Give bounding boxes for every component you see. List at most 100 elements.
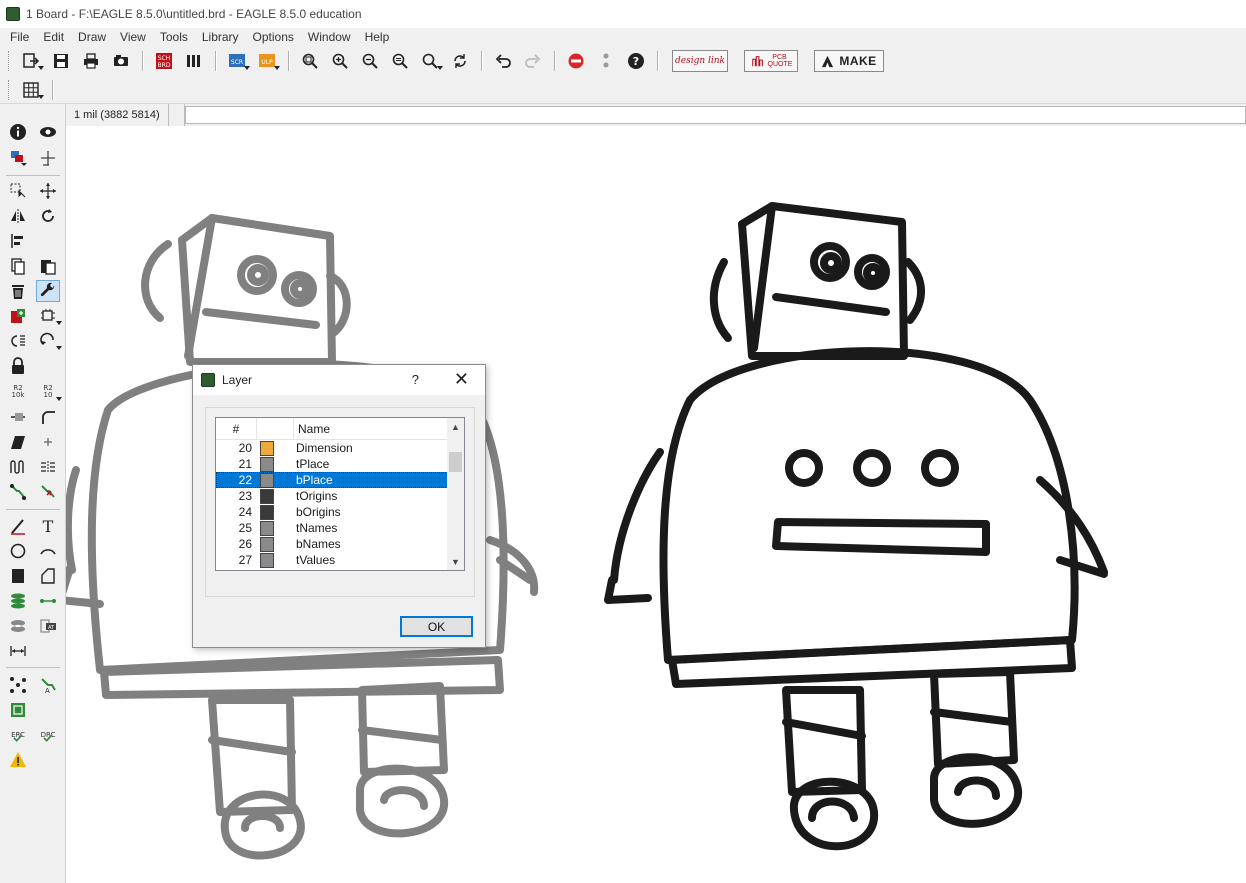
lock-rotate-button[interactable] [36,330,62,352]
wire-button[interactable] [6,515,30,537]
redraw-button[interactable] [449,50,471,72]
lock-button[interactable] [6,355,30,377]
column-header-number[interactable]: # [216,422,256,436]
swap-button[interactable] [6,330,30,352]
column-header-name[interactable]: Name [294,422,330,436]
scroll-down-arrow-icon[interactable]: ▼ [447,553,464,570]
script-button[interactable]: SCR [226,50,250,72]
text-button[interactable]: T [36,515,60,537]
layer-row[interactable]: 25 tNames [216,520,464,536]
layer-row[interactable]: 27 tValues [216,552,464,568]
pcb-quote-button[interactable]: PCB QUOTE [744,50,798,72]
command-input[interactable] [184,106,1246,124]
signal-button[interactable] [36,590,60,612]
ok-button[interactable]: OK [400,616,473,637]
layer-list[interactable]: # Name 20 Dimension 21 tPlace 22 bPlace 23 tOri… [215,417,465,571]
ripup-route-button[interactable] [36,481,60,503]
design-link-button[interactable]: design link [672,50,728,72]
drc-button[interactable]: DRC [36,724,60,746]
layer-row[interactable]: 24 bOrigins [216,504,464,520]
stop-button[interactable] [565,50,587,72]
layer-row[interactable]: 26 bNames [216,536,464,552]
menu-view[interactable]: View [114,30,152,44]
sch-brd-switch-button[interactable]: SCH BRD [153,50,175,72]
autorouter-button[interactable]: A [36,674,60,696]
rotate-button[interactable] [36,205,60,227]
hole-button[interactable] [6,615,30,637]
ratsnest-button[interactable] [6,674,30,696]
library-button[interactable] [183,50,205,72]
menu-edit[interactable]: Edit [37,30,70,44]
board-button[interactable] [6,699,30,721]
layer-row[interactable]: 21 tPlace [216,456,464,472]
route-meander-button[interactable] [6,456,30,478]
replace-button[interactable] [36,305,62,327]
go-button[interactable] [595,50,617,72]
menu-help[interactable]: Help [359,30,396,44]
grid-button[interactable] [20,79,44,101]
menu-library[interactable]: Library [196,30,245,44]
polygon-button[interactable] [36,565,60,587]
redo-button[interactable] [522,50,544,72]
paste-button[interactable] [36,255,60,277]
circle-button[interactable] [6,540,30,562]
zoom-select-button[interactable] [389,50,411,72]
delete-button[interactable] [6,280,30,302]
dialog-help-button[interactable]: ? [412,372,419,387]
copy-button[interactable] [6,255,30,277]
mark-button[interactable] [36,147,60,169]
optimize-button[interactable] [36,431,60,453]
open-button[interactable] [20,50,44,72]
toolbar-grip[interactable] [8,79,10,100]
change-button[interactable] [36,280,60,302]
info-button[interactable] [6,121,30,143]
make-button[interactable]: MAKE [814,50,884,72]
miter-button[interactable] [36,406,60,428]
add-button[interactable] [6,305,30,327]
scroll-up-arrow-icon[interactable]: ▲ [447,418,464,435]
coordinate-readout: 1 mil (3882 5814) [66,104,169,126]
arc-button[interactable] [36,540,60,562]
layer-list-scrollbar[interactable]: ▲ ▼ [447,418,464,570]
erc-button[interactable]: ERC [6,724,30,746]
zoom-fit-button[interactable] [299,50,321,72]
route-button[interactable] [6,481,30,503]
menu-tools[interactable]: Tools [154,30,194,44]
zoom-in-button[interactable] [329,50,351,72]
ripup-button[interactable] [36,456,60,478]
errors-button[interactable] [6,749,30,771]
menu-draw[interactable]: Draw [72,30,112,44]
layer-row[interactable]: 22 bPlace [216,472,464,488]
smash-button[interactable]: R2 10k [6,381,30,403]
undo-button[interactable] [492,50,514,72]
save-button[interactable] [50,50,72,72]
name-button[interactable] [6,406,30,428]
column-header-color[interactable] [256,418,294,440]
zoom-out-button[interactable] [359,50,381,72]
via-button[interactable] [6,590,30,612]
move-button[interactable] [36,180,60,202]
layer-row[interactable]: 20 Dimension [216,440,464,456]
layer-row[interactable]: 23 tOrigins [216,488,464,504]
menu-window[interactable]: Window [302,30,357,44]
meander-button[interactable] [6,431,30,453]
help-button[interactable]: ? [625,50,647,72]
attribute-button[interactable]: AT [36,615,60,637]
show-button[interactable] [36,121,60,143]
scroll-thumb[interactable] [449,452,462,472]
zoom-area-button[interactable] [419,50,443,72]
dialog-close-button[interactable]: ✕ [454,369,469,390]
menu-file[interactable]: File [4,30,35,44]
dimension-button[interactable] [6,640,30,662]
align-button[interactable] [6,230,30,252]
rect-button[interactable] [6,565,30,587]
print-button[interactable] [80,50,102,72]
toolbar-grip[interactable] [8,51,10,71]
mirror-button[interactable] [6,205,30,227]
cam-processor-button[interactable] [110,50,132,72]
display-layers-button[interactable] [6,147,30,169]
menu-options[interactable]: Options [247,30,300,44]
ulp-button[interactable]: ULP [256,50,280,72]
value-button[interactable]: R2 10 [36,381,62,403]
group-button[interactable] [6,180,30,202]
